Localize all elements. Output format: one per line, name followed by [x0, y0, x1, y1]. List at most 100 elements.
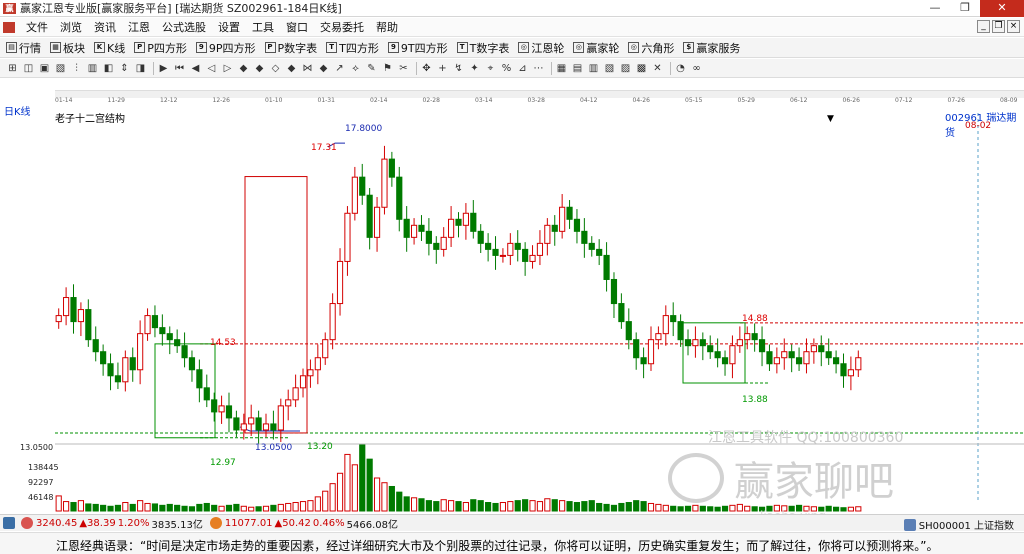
volume-bar: [610, 504, 618, 512]
menu-settings[interactable]: 设置: [212, 19, 246, 35]
toolbar-item-4[interactable]: 9 9P四方形: [195, 40, 256, 56]
mdi-minimize-button[interactable]: _: [977, 20, 990, 33]
tool-icon[interactable]: ▥: [86, 62, 99, 75]
tool-icon[interactable]: ✎: [365, 62, 378, 75]
menu-trade[interactable]: 交易委托: [314, 19, 370, 35]
tool-icon[interactable]: ⇕: [118, 62, 131, 75]
tool-icon[interactable]: ▧: [54, 62, 67, 75]
watermark-brand-text: 赢家聊吧: [734, 459, 894, 505]
candle-body: [507, 242, 514, 256]
menu-formula[interactable]: 公式选股: [156, 19, 212, 35]
tool-icon[interactable]: ⊞: [6, 62, 19, 75]
candle-body: [773, 357, 780, 365]
close-button[interactable]: ✕: [980, 0, 1024, 17]
volume-bar: [440, 499, 447, 512]
toolbar-item-5[interactable]: P P数字表: [264, 40, 317, 56]
market-icon[interactable]: [903, 518, 916, 531]
candle-body: [596, 248, 603, 256]
tool-icon[interactable]: ✥: [420, 62, 433, 75]
tool-icon[interactable]: ▥: [587, 62, 600, 75]
watermark-contact: 江恩工具软件 QQ:100800360: [708, 430, 904, 446]
tool-icon[interactable]: ↯: [452, 62, 465, 75]
toolbar-item-icon: P: [264, 42, 276, 53]
tool-icon[interactable]: ✕: [651, 62, 664, 75]
toolbar-item-3[interactable]: P P四方形: [134, 40, 187, 56]
candle-body: [55, 315, 62, 323]
tool-icon[interactable]: ◔: [674, 62, 687, 75]
menu-help[interactable]: 帮助: [370, 19, 404, 35]
menu-gann[interactable]: 江恩: [122, 19, 156, 35]
tool-icon[interactable]: ◀: [189, 62, 202, 75]
toolbar-item-9[interactable]: ◎ 江恩轮: [518, 40, 564, 56]
grid-icon[interactable]: [3, 517, 15, 529]
tool-icon[interactable]: ✂: [397, 62, 410, 75]
volume-bar: [262, 505, 270, 512]
tool-icon[interactable]: ⚑: [381, 62, 394, 75]
tool-icon[interactable]: ◆: [317, 62, 330, 75]
gann-quote: 江恩经典语录：“时间是决定市场走势的重要因素，经过详细研究大市及个别股票的过往记…: [56, 539, 939, 553]
tool-icon[interactable]: ◧: [102, 62, 115, 75]
toolbar-item-2[interactable]: K K线: [94, 40, 125, 56]
tool-icon[interactable]: ◫: [22, 62, 35, 75]
candle-body: [855, 357, 862, 371]
tool-icon[interactable]: +: [436, 62, 449, 75]
tool-icon[interactable]: ✦: [468, 62, 481, 75]
tool-icon[interactable]: ▶: [157, 62, 170, 75]
mdi-close-button[interactable]: ×: [1007, 20, 1020, 33]
volume-bar: [285, 502, 292, 512]
candle-body: [70, 297, 77, 323]
tool-icon[interactable]: ◁: [205, 62, 218, 75]
tool-icon[interactable]: ↗: [333, 62, 346, 75]
tool-icon[interactable]: ∞: [690, 62, 703, 75]
candle-body: [381, 158, 388, 208]
candle-body: [277, 405, 284, 431]
tool-icon[interactable]: ⟡: [349, 62, 362, 75]
toolbar-item-6[interactable]: T T四方形: [326, 40, 379, 56]
tool-icon[interactable]: ▩: [635, 62, 648, 75]
tool-icon[interactable]: ◆: [253, 62, 266, 75]
mdi-restore-button[interactable]: ❐: [992, 20, 1005, 33]
tool-icon[interactable]: %: [500, 62, 513, 75]
restore-button[interactable]: ❐: [950, 0, 980, 17]
toolbar-item-12[interactable]: $ 赢家服务: [683, 40, 740, 56]
tool-icon[interactable]: ◆: [285, 62, 298, 75]
candle-body: [225, 405, 233, 419]
toolbar-item-0[interactable]: ▤ 行情: [6, 40, 41, 56]
tool-icon[interactable]: ▦: [555, 62, 568, 75]
tool-icon[interactable]: ▧: [603, 62, 616, 75]
toolbar-item-8[interactable]: T T数字表: [456, 40, 509, 56]
tool-icon[interactable]: ◆: [237, 62, 250, 75]
structure-box: [682, 322, 746, 384]
tool-icon[interactable]: ▷: [221, 62, 234, 75]
volume-bar: [233, 503, 240, 512]
toolbar-item-1[interactable]: ▦ 板块: [50, 40, 85, 56]
tool-icon[interactable]: ▨: [619, 62, 632, 75]
menu-tools[interactable]: 工具: [246, 19, 280, 35]
toolbar-item-10[interactable]: ◎ 赢家轮: [573, 40, 619, 56]
menu-file[interactable]: 文件: [20, 19, 54, 35]
minimize-button[interactable]: —: [920, 0, 950, 17]
tool-icon[interactable]: ◨: [134, 62, 147, 75]
tool-icon[interactable]: ⫶: [70, 62, 83, 75]
tool-icon[interactable]: ⏮: [173, 62, 186, 75]
volume-bar: [855, 506, 862, 512]
menu-news[interactable]: 资讯: [88, 19, 122, 35]
tool-icon[interactable]: ▤: [571, 62, 584, 75]
volume-bar: [603, 503, 610, 512]
tool-icon[interactable]: ⋯: [532, 62, 545, 75]
volume-bar: [225, 504, 233, 512]
candle-body: [396, 176, 403, 220]
menu-browse[interactable]: 浏览: [54, 19, 88, 35]
tool-icon[interactable]: ⊿: [516, 62, 529, 75]
menu-window[interactable]: 窗口: [280, 19, 314, 35]
tool-icon[interactable]: ▣: [38, 62, 51, 75]
tool-icon[interactable]: ◇: [269, 62, 282, 75]
toolbar-item-label: K线: [107, 41, 126, 55]
candle-body: [492, 248, 499, 256]
toolbar-item-7[interactable]: 9 9T四方形: [387, 40, 448, 56]
tool-icon[interactable]: ⋈: [301, 62, 314, 75]
toolbar-item-11[interactable]: ◎ 六角形: [628, 40, 674, 56]
candle-body: [440, 236, 447, 250]
tool-icon[interactable]: ⌖: [484, 62, 497, 75]
dropdown-arrow-icon[interactable]: ▼: [827, 114, 834, 124]
